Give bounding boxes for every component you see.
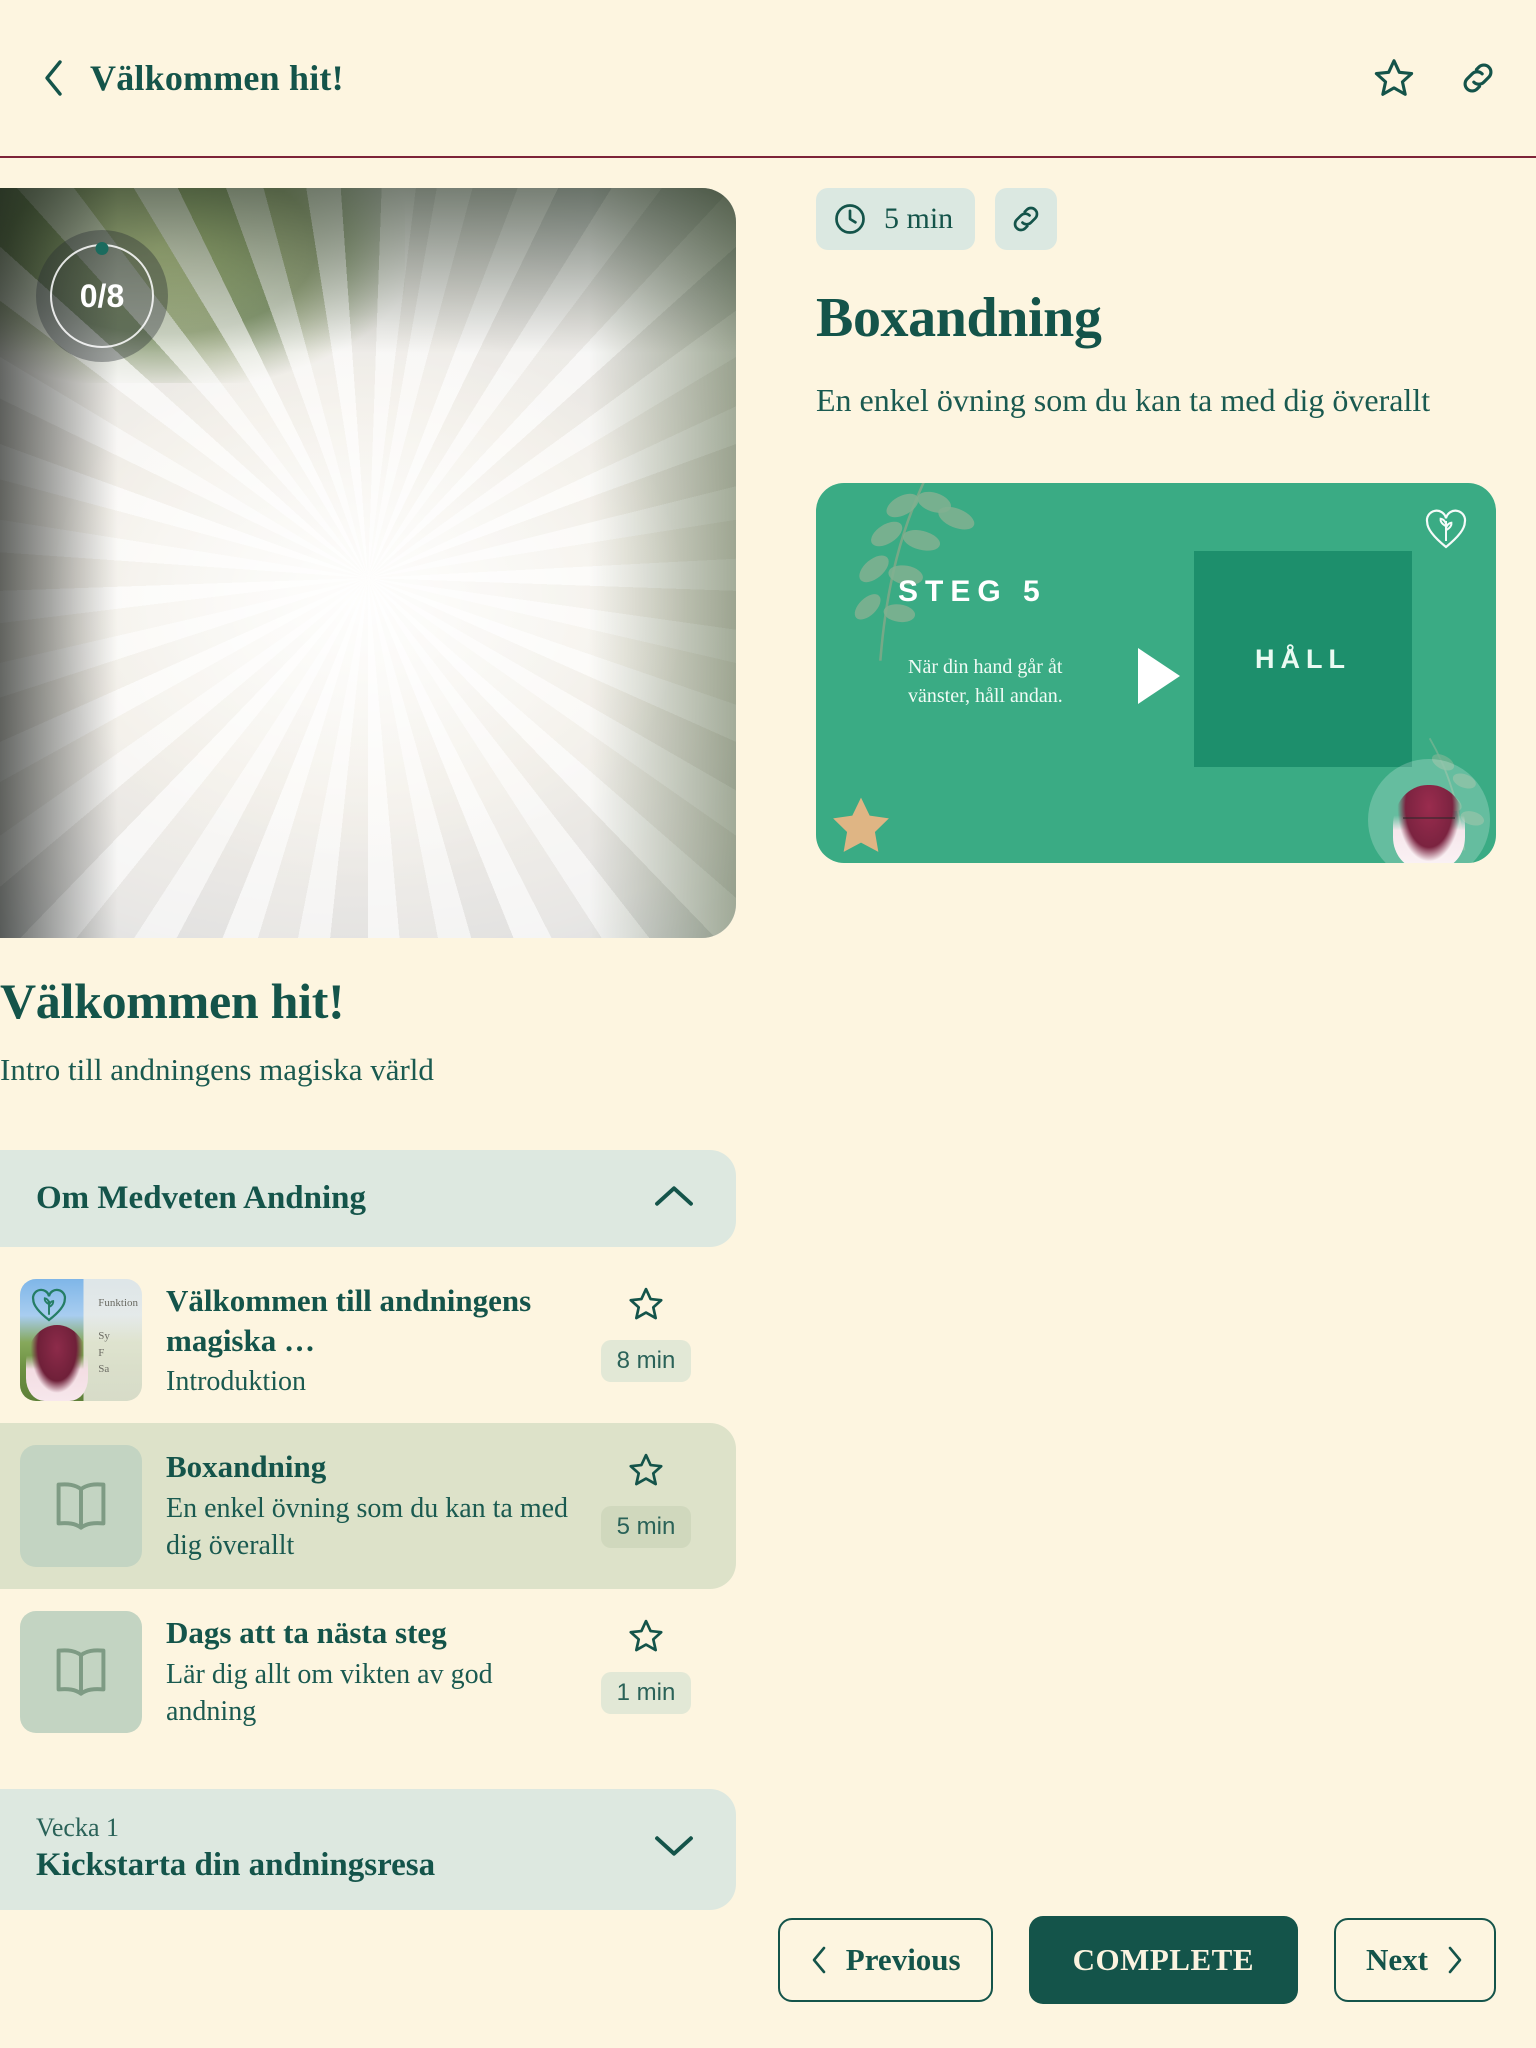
book-icon — [56, 1482, 106, 1530]
course-progress-ring[interactable]: 0/8 — [36, 230, 168, 362]
book-icon — [56, 1648, 106, 1696]
breath-state-label: HÅLL — [1255, 643, 1351, 674]
book-thumbnail — [20, 1445, 142, 1568]
favorite-button[interactable] — [1372, 56, 1416, 100]
next-label: Next — [1366, 1942, 1428, 1977]
lesson-description: En enkel övning som du kan ta med dig öv… — [166, 1492, 569, 1561]
breath-state-box: HÅLL — [1194, 551, 1412, 768]
book-thumbnail — [20, 1611, 142, 1734]
link-icon — [1013, 206, 1039, 232]
lesson-meta: 8 min — [598, 1279, 694, 1382]
lesson-text: Välkommen till andningens magiska … Intr… — [166, 1279, 574, 1401]
lesson-title: Välkommen till andningens magiska … — [166, 1283, 532, 1358]
star-outline-icon — [629, 1287, 663, 1320]
lesson-favorite-button[interactable] — [627, 1617, 665, 1660]
page-title: Välkommen hit! — [90, 58, 344, 98]
heart-leaf-logo-icon — [31, 1288, 67, 1322]
lesson-description: Introduktion — [166, 1366, 306, 1398]
copy-link-button[interactable] — [995, 188, 1058, 250]
section-text: Vecka 1 Kickstarta din andningsresa — [36, 1813, 435, 1884]
star-decoration-icon — [833, 798, 889, 853]
chevron-up-icon — [654, 1183, 694, 1214]
course-subtitle: Intro till andningens magiska värld — [0, 1052, 434, 1087]
lesson-text: Boxandning En enkel övning som du kan ta… — [166, 1445, 574, 1565]
page-header: Välkommen hit! — [0, 0, 1536, 158]
lesson-detail-panel: 5 min Boxandning En enkel övning som du … — [816, 188, 1496, 864]
progress-indicator-dot — [95, 242, 109, 255]
section-header-vecka-1[interactable]: Vecka 1 Kickstarta din andningsresa — [0, 1789, 736, 1911]
course-sidebar: 0/8 Välkommen hit! Intro till andningens… — [0, 188, 736, 1911]
previous-label: Previous — [845, 1942, 961, 1977]
lesson-favorite-button[interactable] — [627, 1285, 665, 1328]
clock-icon — [835, 204, 865, 234]
lesson-meta-chips: 5 min — [816, 188, 1496, 250]
lesson-duration-badge: 1 min — [600, 1672, 692, 1715]
chevron-down-icon — [654, 1833, 694, 1864]
duration-chip: 5 min — [816, 188, 976, 250]
lesson-item[interactable]: Boxandning En enkel övning som du kan ta… — [0, 1423, 736, 1590]
previous-button[interactable]: Previous — [777, 1918, 993, 2002]
lesson-title: Boxandning — [166, 1449, 327, 1485]
lesson-title: Dags att ta nästa steg — [166, 1615, 447, 1651]
star-outline-icon — [629, 1454, 663, 1486]
video-instruction-text: När din hand går åt vänster, håll andan. — [908, 656, 1063, 707]
lesson-list: Funktion Sy F Sa Välkommen till andningens … — [0, 1257, 736, 1755]
lesson-duration-badge: 5 min — [600, 1506, 692, 1549]
back-button[interactable] — [36, 56, 70, 100]
star-outline-icon — [1374, 59, 1414, 96]
progress-label: 0/8 — [79, 277, 125, 314]
lesson-item[interactable]: Funktion Sy F Sa Välkommen till andningens … — [0, 1257, 736, 1423]
chevron-right-icon — [1448, 1946, 1462, 1974]
thumbnail-face — [26, 1325, 88, 1401]
section-header-om-medveten-andning[interactable]: Om Medveten Andning — [0, 1150, 736, 1247]
lesson-description: Lär dig allt om vikten av god andning — [166, 1658, 493, 1727]
photo-thumbnail: Funktion Sy F Sa — [20, 1279, 142, 1401]
course-hero: 0/8 — [0, 188, 736, 938]
lesson-meta: 1 min — [598, 1611, 694, 1715]
app-root: Välkommen hit! 0/8 Välkommen hit! Intro … — [0, 0, 1536, 2048]
lesson-meta: 5 min — [598, 1445, 694, 1549]
video-player-card[interactable]: STEG 5 När din hand går åt vänster, håll… — [816, 483, 1496, 864]
play-icon[interactable] — [1138, 648, 1180, 705]
video-step-label: STEG 5 — [898, 575, 1047, 609]
star-outline-icon — [629, 1620, 663, 1652]
header-actions — [1372, 56, 1500, 100]
section-title: Om Medveten Andning — [36, 1180, 367, 1216]
lesson-duration-badge: 8 min — [600, 1340, 692, 1382]
lesson-navigation: Previous COMPLETE Next — [777, 1916, 1496, 2004]
share-link-button[interactable] — [1456, 56, 1500, 100]
link-icon — [1463, 63, 1493, 93]
avatar-glasses — [1403, 817, 1455, 831]
chevron-left-icon — [812, 1946, 826, 1974]
lesson-detail-title: Boxandning — [816, 287, 1102, 349]
complete-button[interactable]: COMPLETE — [1028, 1916, 1299, 2004]
section-title: Kickstarta din andningsresa — [36, 1847, 436, 1884]
chevron-left-icon — [45, 60, 62, 96]
heart-leaf-logo-icon — [1425, 510, 1467, 549]
duration-label: 5 min — [884, 202, 954, 235]
course-title: Välkommen hit! — [0, 973, 345, 1029]
lesson-detail-description: En enkel övning som du kan ta med dig öv… — [816, 382, 1431, 418]
thumbnail-text: Funktion Sy F Sa — [98, 1297, 138, 1375]
section-week-label: Vecka 1 — [36, 1813, 120, 1843]
lesson-favorite-button[interactable] — [627, 1451, 665, 1494]
lesson-item[interactable]: Dags att ta nästa steg Lär dig allt om v… — [0, 1589, 736, 1755]
lesson-text: Dags att ta nästa steg Lär dig allt om v… — [166, 1611, 574, 1731]
next-button[interactable]: Next — [1334, 1918, 1496, 2002]
